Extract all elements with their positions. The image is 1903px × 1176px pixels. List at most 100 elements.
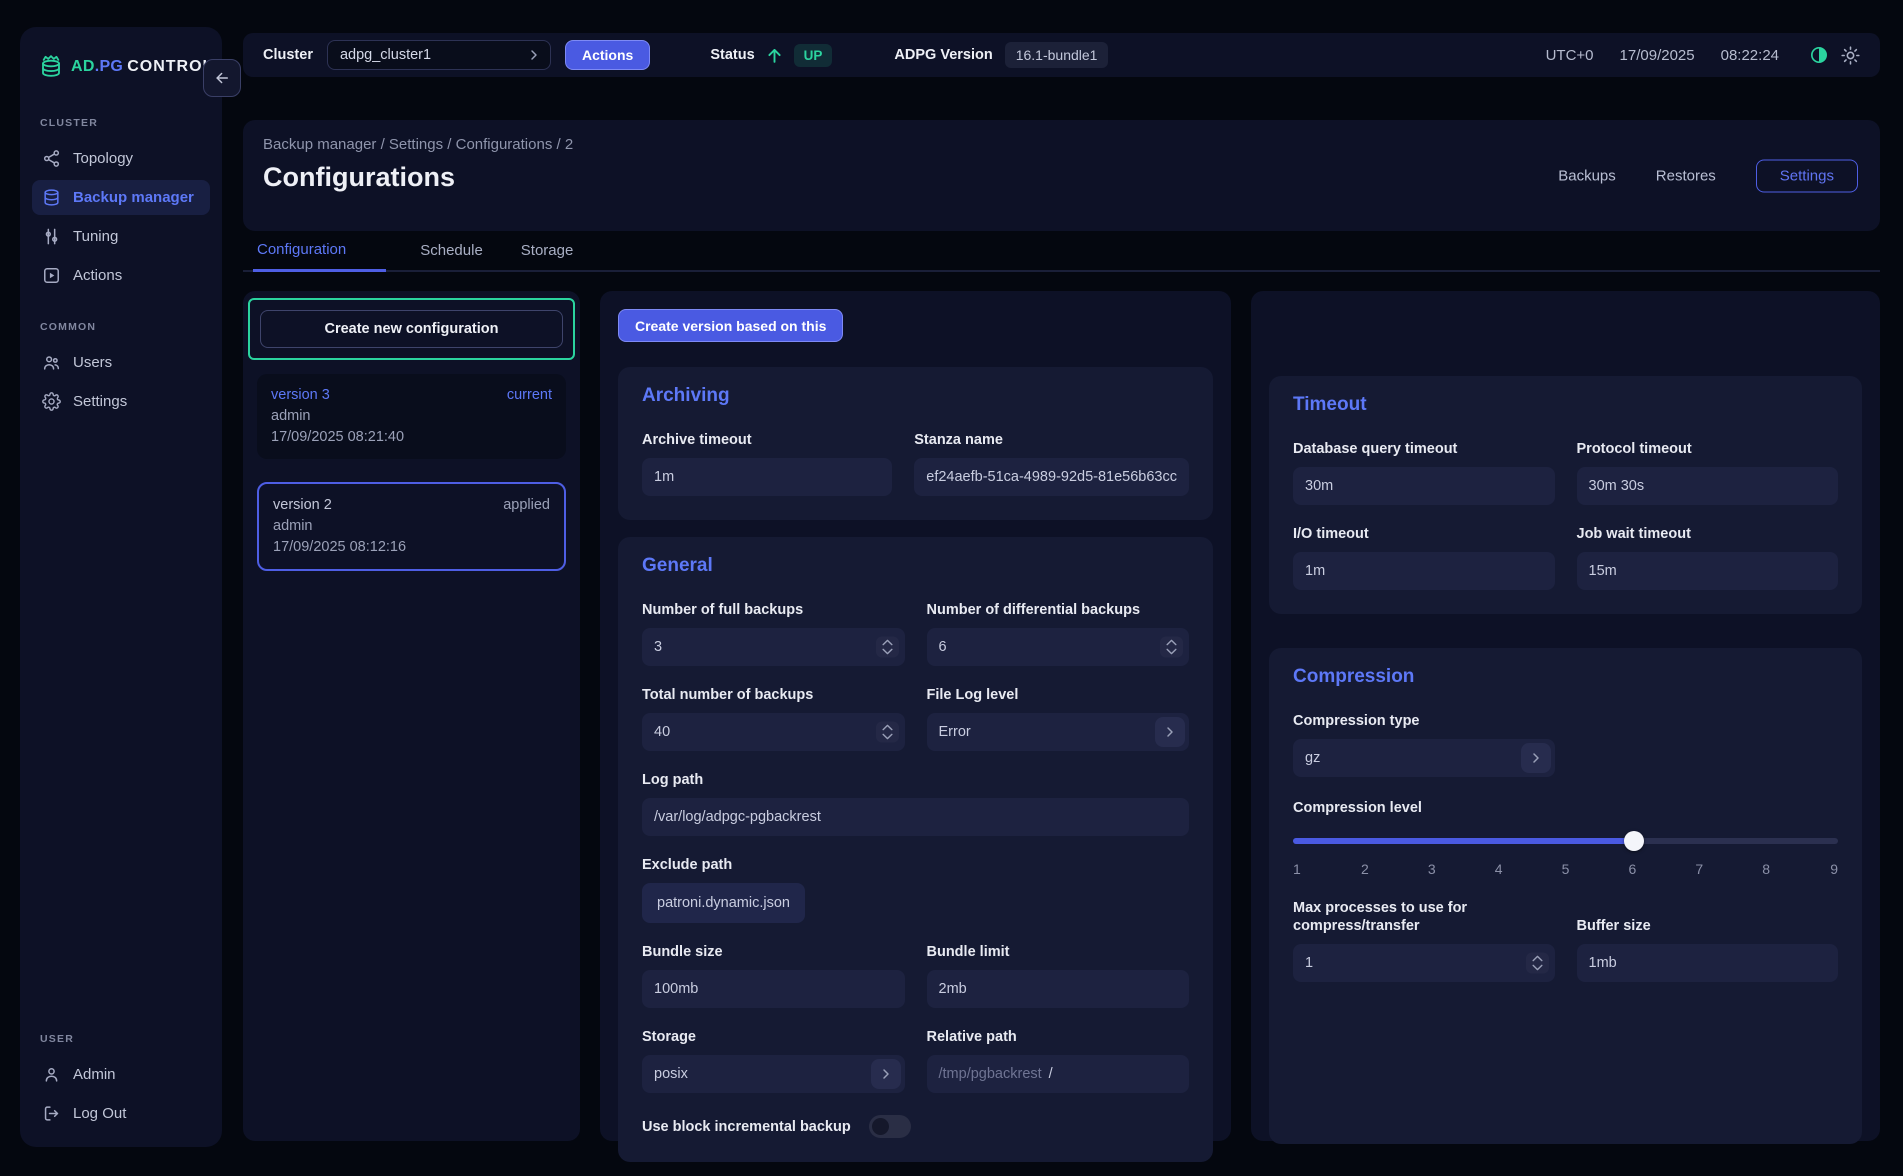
timezone-value: UTC+0	[1546, 47, 1594, 64]
relative-path-input[interactable]: /tmp/pgbackrest /	[927, 1055, 1190, 1093]
bundle-size-input[interactable]: 100mb	[642, 970, 905, 1008]
tab-configuration[interactable]: Configuration	[253, 241, 386, 272]
cluster-select-value: adpg_cluster1	[340, 47, 526, 63]
db-query-timeout-value: 30m	[1305, 478, 1333, 494]
chevron-right-icon	[526, 47, 542, 63]
collapse-sidebar-button[interactable]	[203, 59, 241, 97]
bundle-size-label: Bundle size	[642, 943, 905, 961]
storage-select[interactable]: posix	[642, 1055, 905, 1093]
diff-backups-stepper[interactable]: 6	[927, 628, 1190, 666]
cluster-label: Cluster	[263, 47, 313, 63]
chevron-right-icon[interactable]	[1521, 743, 1551, 773]
compression-type-select[interactable]: gz	[1293, 739, 1555, 777]
create-version-button[interactable]: Create version based on this	[618, 309, 843, 342]
cluster-select[interactable]: adpg_cluster1	[327, 40, 551, 70]
exclude-path-chip[interactable]: patroni.dynamic.json	[642, 883, 805, 923]
sidebar-item-tuning[interactable]: Tuning	[32, 219, 210, 254]
database-icon	[42, 188, 61, 207]
protocol-timeout-input[interactable]: 30m 30s	[1577, 467, 1839, 505]
chevron-up-icon	[881, 724, 894, 732]
sidebar-item-backup-manager[interactable]: Backup manager	[32, 180, 210, 215]
backups-button[interactable]: Backups	[1558, 167, 1616, 184]
chevron-down-icon	[1165, 648, 1178, 656]
sidebar-item-label: Users	[73, 354, 112, 371]
log-path-value: /var/log/adpgc-pgbackrest	[654, 809, 821, 825]
compression-card: Compression Compression type gz Compress…	[1269, 648, 1862, 1144]
sidebar-item-actions[interactable]: Actions	[32, 258, 210, 293]
storage-label: Storage	[642, 1028, 905, 1046]
arrow-left-icon	[213, 69, 231, 87]
toggle-knob	[872, 1118, 889, 1135]
storage-value: posix	[654, 1066, 688, 1082]
relative-path-label: Relative path	[927, 1028, 1190, 1046]
stepper-buttons[interactable]	[1160, 637, 1183, 658]
status-up-arrow-icon	[765, 46, 784, 65]
sidebar-item-users[interactable]: Users	[32, 345, 210, 380]
restores-button[interactable]: Restores	[1656, 167, 1716, 184]
max-processes-stepper[interactable]: 1	[1293, 944, 1555, 982]
sidebar-item-logout[interactable]: Log Out	[32, 1096, 210, 1131]
chevron-right-icon[interactable]	[1155, 717, 1185, 747]
version-card-3[interactable]: version 3 current admin 17/09/2025 08:21…	[257, 374, 566, 459]
app-logo-text: AD.PGCONTROL	[71, 58, 213, 76]
topology-icon	[42, 149, 61, 168]
tab-schedule[interactable]: Schedule	[416, 242, 487, 270]
compression-title: Compression	[1293, 666, 1838, 688]
stanza-name-label: Stanza name	[914, 431, 1189, 449]
chevron-up-icon	[881, 639, 894, 647]
total-backups-value: 40	[654, 724, 670, 740]
archive-timeout-value: 1m	[654, 469, 674, 485]
tick-label: 5	[1561, 861, 1571, 877]
topbar: Cluster adpg_cluster1 Actions Status UP …	[243, 33, 1880, 77]
actions-button[interactable]: Actions	[565, 40, 650, 70]
archiving-card: Archiving Archive timeout 1m Stanza name…	[618, 367, 1213, 520]
diff-backups-value: 6	[939, 639, 947, 655]
sidebar-item-settings[interactable]: Settings	[32, 384, 210, 419]
compression-level-slider[interactable]	[1293, 831, 1838, 851]
job-wait-timeout-input[interactable]: 15m	[1577, 552, 1839, 590]
stepper-buttons[interactable]	[876, 722, 899, 743]
db-query-timeout-input[interactable]: 30m	[1293, 467, 1555, 505]
buffer-size-label: Buffer size	[1577, 917, 1839, 935]
log-path-input[interactable]: /var/log/adpgc-pgbackrest	[642, 798, 1189, 836]
version-card-2[interactable]: version 2 applied admin 17/09/2025 08:12…	[257, 482, 566, 571]
sidebar-item-topology[interactable]: Topology	[32, 141, 210, 176]
create-new-configuration-button[interactable]: Create new configuration	[260, 310, 563, 348]
archive-timeout-input[interactable]: 1m	[642, 458, 892, 496]
block-incremental-toggle[interactable]	[869, 1115, 911, 1138]
chevron-right-icon[interactable]	[871, 1059, 901, 1089]
chevron-down-icon	[1531, 964, 1544, 972]
configuration-editor-panel: Create version based on this Archiving A…	[600, 291, 1231, 1141]
play-square-icon	[42, 266, 61, 285]
sun-icon[interactable]	[1841, 46, 1860, 65]
stepper-buttons[interactable]	[876, 637, 899, 658]
theme-contrast-icon[interactable]	[1809, 45, 1829, 65]
timeout-card: Timeout Database query timeout 30m Proto…	[1269, 376, 1862, 614]
time-value: 08:22:24	[1721, 47, 1779, 64]
buffer-size-input[interactable]: 1mb	[1577, 944, 1839, 982]
settings-button[interactable]: Settings	[1756, 159, 1858, 192]
protocol-timeout-label: Protocol timeout	[1577, 440, 1839, 458]
job-wait-timeout-value: 15m	[1589, 563, 1617, 579]
compression-level-fill	[1293, 838, 1634, 844]
version-name: version 3	[271, 385, 330, 406]
stanza-name-input[interactable]: ef24aefb-51ca-4989-92d5-81e56b63cc	[914, 458, 1189, 496]
compression-type-value: gz	[1305, 750, 1320, 766]
file-log-level-select[interactable]: Error	[927, 713, 1190, 751]
stepper-buttons[interactable]	[1526, 953, 1549, 974]
bundle-limit-input[interactable]: 2mb	[927, 970, 1190, 1008]
bundle-limit-value: 2mb	[939, 981, 967, 997]
compression-level-knob[interactable]	[1624, 831, 1644, 851]
sidebar-section-common: COMMON	[20, 321, 222, 333]
total-backups-stepper[interactable]: 40	[642, 713, 905, 751]
full-backups-stepper[interactable]: 3	[642, 628, 905, 666]
app-logo: AD.PGCONTROL	[20, 45, 222, 89]
sidebar-item-admin[interactable]: Admin	[32, 1057, 210, 1092]
person-icon	[42, 1065, 61, 1084]
version-timestamp: 17/09/2025 08:21:40	[271, 427, 552, 448]
version-status-badge: applied	[503, 495, 550, 516]
file-log-level-label: File Log level	[927, 686, 1190, 704]
breadcrumb[interactable]: Backup manager / Settings / Configuratio…	[263, 136, 1860, 153]
tab-storage[interactable]: Storage	[517, 242, 578, 270]
io-timeout-input[interactable]: 1m	[1293, 552, 1555, 590]
